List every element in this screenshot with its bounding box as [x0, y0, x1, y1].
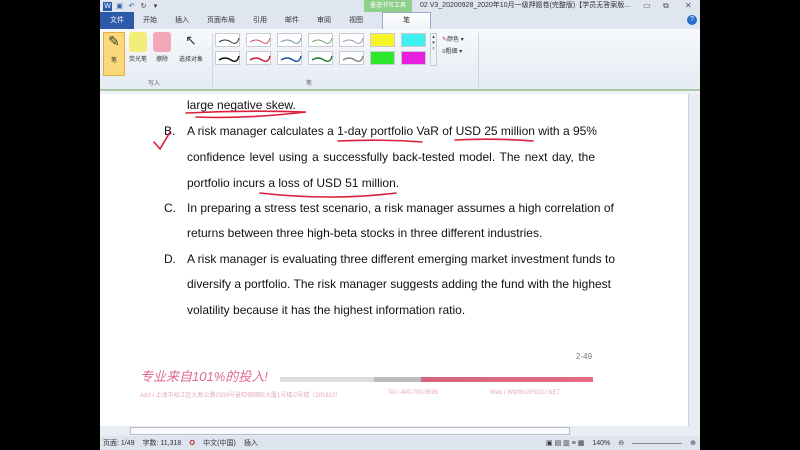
proofing-icon[interactable]: ✪: [189, 439, 195, 447]
highlighter-button[interactable]: 荧光笔: [127, 32, 149, 63]
tab-pen[interactable]: 笔: [382, 12, 431, 29]
language[interactable]: 中文(中国): [203, 438, 236, 448]
page-label: 2-49: [576, 352, 593, 361]
underline-ink: [454, 138, 534, 142]
minimize-button[interactable]: ▭: [643, 0, 651, 12]
word-logo-icon: W: [103, 1, 112, 11]
tab-view[interactable]: 视图: [340, 12, 372, 29]
tab-page-layout[interactable]: 页面布局: [198, 12, 244, 29]
redo-icon[interactable]: ↻: [139, 2, 148, 11]
horizontal-scrollbar[interactable]: [100, 426, 700, 436]
tab-insert[interactable]: 插入: [166, 12, 198, 29]
ribbon-tabs: 文件 开始 插入 页面布局 引用 邮件 审阅 视图 笔 ?: [100, 12, 700, 29]
checkmark-ink: [153, 131, 171, 151]
footer-address: Add / 上海市松江区九新公路2339号曼哈顿国际大厦1号楼/2号楼（2016…: [140, 393, 342, 399]
help-icon[interactable]: ?: [687, 15, 697, 25]
pen-stroke-previews: [218, 37, 364, 63]
highlighter-label: 荧光笔: [128, 57, 147, 63]
highlighter-icon: [129, 32, 147, 52]
zoom-slider[interactable]: [632, 442, 683, 444]
footer-bar: [280, 377, 593, 382]
ink-tools-context-tab: 墨迹书写工具: [364, 0, 412, 12]
word-count[interactable]: 字数: 11,318: [143, 438, 182, 448]
customize-toolbar-icon[interactable]: ▾: [151, 2, 160, 11]
eraser-icon: [153, 32, 171, 52]
save-icon[interactable]: ▣: [115, 2, 124, 11]
group-label-pen: 笔: [306, 81, 313, 87]
cursor-arrow-icon: ↖: [185, 32, 197, 48]
underline-ink: [259, 192, 397, 198]
weight-dropdown[interactable]: ≡粗细 ▾: [442, 46, 462, 55]
zoom-in-button[interactable]: ⊕: [690, 439, 696, 447]
pen-label: 笔: [110, 58, 117, 64]
view-buttons[interactable]: ▣ ▤ ▥ ≡ ▦: [546, 439, 584, 447]
underline-ink: [185, 110, 307, 119]
vertical-scrollbar[interactable]: [688, 94, 700, 426]
group-divider: [212, 33, 213, 87]
group-divider: [478, 33, 479, 87]
tab-home[interactable]: 开始: [134, 12, 166, 29]
select-objects-label: 选择对象: [178, 57, 203, 63]
footer-web: Web / WWW.GFEDU.NET: [490, 390, 561, 396]
zoom-level[interactable]: 140%: [592, 440, 610, 447]
ribbon: ✎ 笔 荧光笔 擦除 ↖ 选择对象 写入 ▴ ▾ ▿ ✎颜色 ▾ ≡粗细 ▾ 笔: [100, 29, 700, 91]
group-label-write: 写入: [148, 81, 161, 87]
window-title: 02 V3_20200928_2020年10月一级押题卷(完整版)【学员无答案版…: [420, 2, 630, 9]
insert-mode[interactable]: 插入: [244, 438, 258, 448]
status-bar: 页面: 1/49 字数: 11,318 ✪ 中文(中国) 插入 ▣ ▤ ▥ ≡ …: [100, 436, 700, 450]
zoom-out-button[interactable]: ⊖: [618, 439, 624, 447]
document-page: large negative skew. B. A risk manager c…: [100, 94, 688, 426]
color-dropdown[interactable]: ✎颜色 ▾: [442, 34, 464, 43]
pen-tool-button[interactable]: ✎ 笔: [103, 32, 125, 76]
scroll-thumb[interactable]: [130, 427, 570, 435]
tab-review[interactable]: 审阅: [308, 12, 340, 29]
select-objects-button[interactable]: ↖ 选择对象: [175, 32, 207, 63]
undo-icon[interactable]: ↶: [127, 2, 136, 11]
weight-label: 粗细: [445, 49, 458, 55]
word-window: W ▣ ↶ ↻ ▾ 墨迹书写工具 02 V3_20200928_2020年10月…: [100, 0, 700, 450]
eraser-button[interactable]: 擦除: [151, 32, 173, 63]
title-bar: W ▣ ↶ ↻ ▾ 墨迹书写工具 02 V3_20200928_2020年10月…: [100, 0, 700, 12]
tab-references[interactable]: 引用: [244, 12, 276, 29]
pen-icon: ✎: [108, 33, 120, 49]
close-button[interactable]: ✕: [685, 0, 692, 12]
eraser-label: 擦除: [155, 57, 168, 63]
color-label: 颜色: [447, 37, 460, 43]
underline-ink: [337, 139, 423, 143]
tab-mailings[interactable]: 邮件: [276, 12, 308, 29]
gallery-scroll[interactable]: ▴ ▾ ▿: [430, 33, 437, 66]
footer-tel: Tel / 400-700-9596: [388, 390, 439, 396]
tab-file[interactable]: 文件: [100, 12, 134, 29]
page-count[interactable]: 页面: 1/49: [103, 438, 135, 448]
slogan-logo: 专业来自101%的投入!: [140, 369, 268, 384]
maximize-button[interactable]: ⧉: [663, 0, 669, 12]
